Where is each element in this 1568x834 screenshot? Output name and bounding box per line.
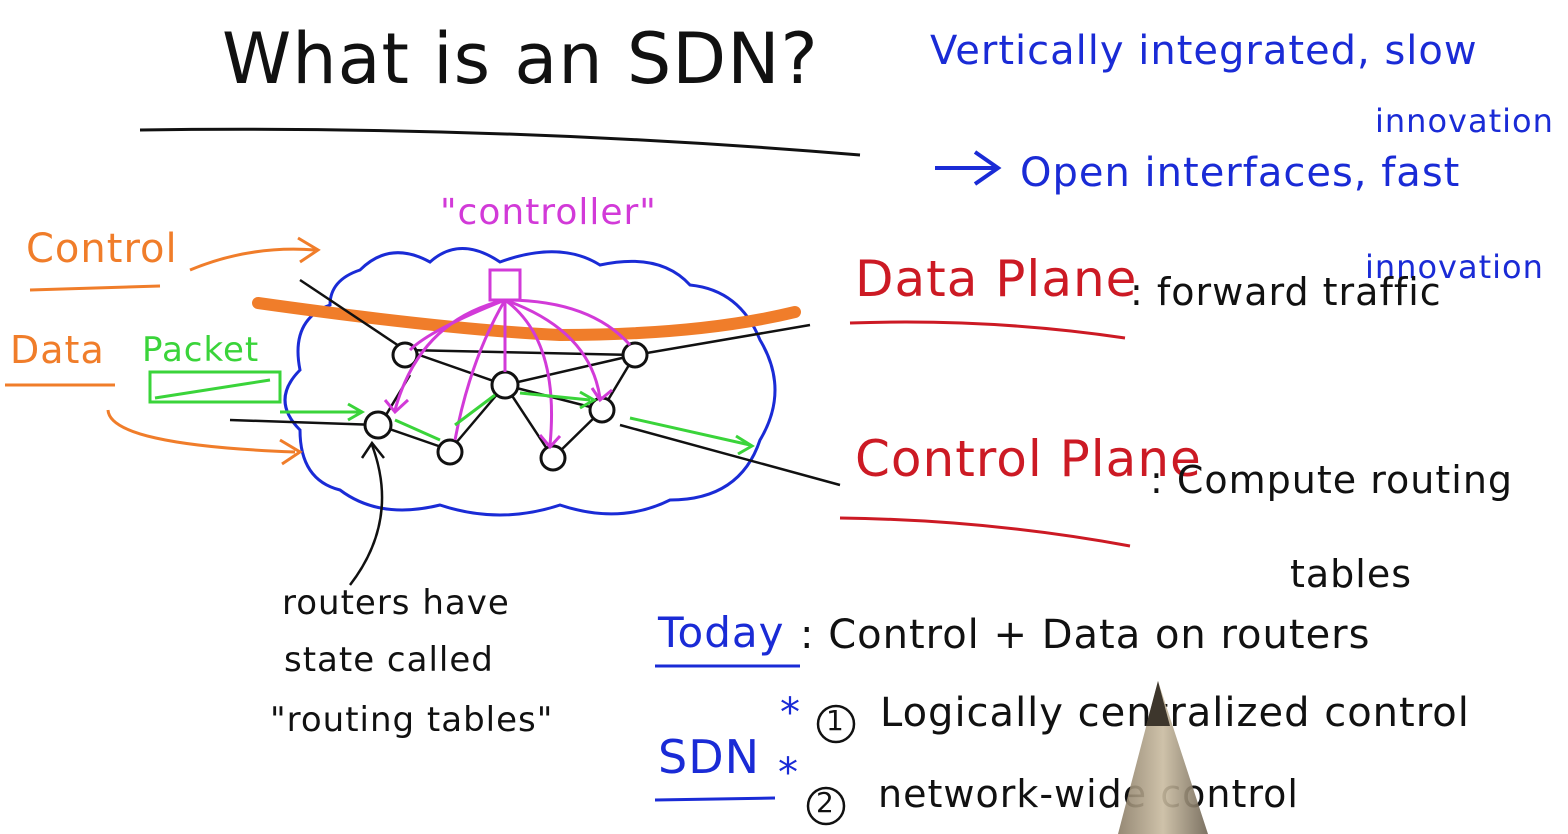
today-desc: : Control + Data on routers xyxy=(800,612,1371,658)
arrow-right-icon xyxy=(935,150,1002,186)
point-1-number: 1 xyxy=(826,704,845,737)
control-plane-underline xyxy=(839,516,1131,548)
point-2-text: network-wide control xyxy=(878,772,1299,816)
controller-arrows xyxy=(383,268,632,450)
title-underline xyxy=(139,127,861,157)
note-open: Open interfaces, fast xyxy=(1020,150,1461,196)
data-label: Data xyxy=(10,328,105,372)
sdn-label: SDN xyxy=(658,730,761,784)
data-arrow-icon xyxy=(5,383,303,466)
router-note-line1: routers have xyxy=(282,583,510,623)
sdn-underline xyxy=(654,796,776,802)
control-label: Control xyxy=(26,226,178,272)
controller-label: "controller" xyxy=(440,192,657,233)
control-plane-desc: : Compute routing xyxy=(1150,458,1514,502)
router-note-line2: state called xyxy=(284,640,494,680)
note-vertical: Vertically integrated, slow xyxy=(930,28,1478,74)
sdn-star-1: * xyxy=(780,690,801,736)
note-vertical-cont: innovation xyxy=(1375,102,1554,140)
sdn-star-2: * xyxy=(778,750,799,796)
today-label: Today xyxy=(658,608,785,657)
point-2-number: 2 xyxy=(816,786,835,819)
pencil-tip-icon xyxy=(1118,681,1208,834)
router-note-pointer xyxy=(349,444,384,586)
router-note-line3: "routing tables" xyxy=(270,700,554,740)
packet-label: Packet xyxy=(142,330,260,370)
cloud-outline-icon xyxy=(283,247,777,517)
data-plane-label: Data Plane xyxy=(855,250,1138,308)
data-plane-desc: : forward traffic xyxy=(1130,270,1442,314)
page-title: What is an SDN? xyxy=(222,18,819,100)
data-plane-underline xyxy=(849,320,1126,340)
control-plane-desc-cont: tables xyxy=(1290,552,1413,596)
